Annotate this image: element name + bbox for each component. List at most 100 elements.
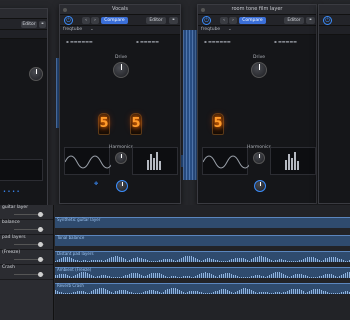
plugin-window-room-tone[interactable]: room tone film layer ⏻ ‹ › Compare Edito… bbox=[197, 4, 317, 204]
waveform-sample bbox=[103, 275, 104, 278]
waveform-sample bbox=[287, 275, 288, 278]
link-icon[interactable]: ⚭ bbox=[39, 21, 46, 28]
compare-button[interactable]: Compare bbox=[101, 17, 128, 24]
plugin-titlebar[interactable] bbox=[319, 5, 350, 15]
drive-knob[interactable] bbox=[29, 67, 43, 81]
track-header[interactable]: balance bbox=[0, 220, 53, 235]
audio-clip[interactable]: Distant pad layers bbox=[55, 251, 350, 262]
audio-clip[interactable]: Ambient (Freeze) bbox=[55, 267, 350, 278]
plugin-titlebar[interactable]: Vocals bbox=[60, 5, 180, 15]
track-header[interactable]: (Freeze) bbox=[0, 250, 53, 265]
waveform-sample bbox=[321, 260, 322, 262]
mix-knob[interactable] bbox=[116, 180, 128, 192]
preset-bar[interactable] bbox=[0, 30, 47, 39]
preset-bar[interactable] bbox=[319, 26, 350, 35]
plugin-window[interactable]: Editor ⚭ • • • • bbox=[0, 8, 48, 208]
waveform-sample bbox=[67, 256, 68, 262]
waveform-sample bbox=[161, 259, 162, 262]
pan-knob[interactable] bbox=[38, 227, 43, 232]
link-toggle-icon[interactable]: ✥ bbox=[94, 181, 98, 187]
plugin-window[interactable]: ⏻ bbox=[318, 4, 350, 204]
waveform-sample bbox=[247, 260, 248, 262]
waveform-sample bbox=[325, 274, 326, 278]
preset-bar[interactable]: freqtube ⌄ bbox=[60, 26, 180, 35]
plugin-window-vocals[interactable]: Vocals ⏻ ‹ › Compare Editor ⚭ freqtube ⌄… bbox=[59, 4, 181, 204]
harmonics-knob[interactable] bbox=[253, 152, 265, 164]
waveform-sample bbox=[127, 290, 128, 294]
waveform-sample bbox=[341, 274, 342, 278]
drive-knob[interactable] bbox=[113, 62, 129, 78]
waveform-sample bbox=[83, 272, 84, 278]
power-icon[interactable]: ⏻ bbox=[202, 16, 211, 25]
harmonics-label: Harmonics bbox=[247, 145, 271, 150]
waveform-sample bbox=[155, 272, 156, 278]
waveform-sample bbox=[181, 291, 182, 294]
prev-preset-button[interactable]: ‹ bbox=[82, 17, 90, 24]
waveform-sample bbox=[275, 260, 276, 262]
waveform-sample bbox=[153, 272, 154, 278]
plugin-titlebar[interactable] bbox=[0, 9, 47, 19]
waveform-sample bbox=[63, 292, 64, 294]
waveform-sample bbox=[147, 275, 148, 278]
waveform-sample bbox=[135, 273, 136, 278]
waveform-sample bbox=[343, 273, 344, 278]
waveform-sample bbox=[275, 272, 276, 278]
pan-knob[interactable] bbox=[38, 257, 43, 262]
pan-knob[interactable] bbox=[38, 242, 43, 247]
drive-label: Drive bbox=[115, 55, 127, 60]
power-icon[interactable]: ⏻ bbox=[323, 16, 332, 25]
waveform-sample bbox=[115, 291, 116, 294]
compare-button[interactable]: Compare bbox=[239, 17, 266, 24]
waveform-sample bbox=[229, 290, 230, 294]
audio-region[interactable] bbox=[180, 155, 198, 167]
waveform-sample bbox=[283, 292, 284, 294]
power-icon[interactable]: ⏻ bbox=[64, 16, 73, 25]
waveform-sample bbox=[311, 276, 312, 278]
clip-label: Synthetic guitar layer bbox=[57, 217, 101, 222]
arrange-area[interactable]: Synthetic guitar layer Tonal balance Dis… bbox=[55, 205, 350, 320]
harmonics-knob[interactable] bbox=[115, 152, 127, 164]
track-header[interactable]: pad layers bbox=[0, 235, 53, 250]
waveform-sample bbox=[257, 293, 258, 294]
plugin-body: • • • • bbox=[0, 39, 47, 207]
plugin-titlebar[interactable]: room tone film layer bbox=[198, 5, 316, 15]
waveform-sample bbox=[333, 292, 334, 294]
waveform-sample bbox=[121, 276, 122, 278]
waveform-sample bbox=[343, 260, 344, 262]
waveform-sample bbox=[239, 276, 240, 278]
link-icon[interactable]: ⚭ bbox=[306, 17, 315, 24]
editor-button[interactable]: Editor bbox=[21, 21, 37, 28]
waveform-sample bbox=[269, 292, 270, 294]
sine-wave-icon bbox=[202, 155, 252, 169]
editor-button[interactable]: Editor bbox=[146, 17, 166, 24]
chevron-down-icon[interactable]: ⌄ bbox=[228, 27, 232, 32]
track-header[interactable]: Crash bbox=[0, 265, 53, 280]
next-preset-button[interactable]: › bbox=[229, 17, 237, 24]
chevron-down-icon[interactable]: ⌄ bbox=[90, 27, 94, 32]
preset-bar[interactable]: freqtube ⌄ bbox=[198, 26, 316, 35]
waveform-sample bbox=[317, 276, 318, 278]
editor-button[interactable]: Editor bbox=[284, 17, 304, 24]
waveform-sample bbox=[59, 274, 60, 278]
mix-knob[interactable] bbox=[254, 180, 266, 192]
prev-preset-button[interactable]: ‹ bbox=[220, 17, 228, 24]
waveform-sample bbox=[231, 273, 232, 278]
drive-knob[interactable] bbox=[251, 62, 267, 78]
link-icon[interactable]: ⚭ bbox=[169, 17, 178, 24]
next-preset-button[interactable]: › bbox=[91, 17, 99, 24]
waveform-sample bbox=[95, 276, 96, 278]
audio-clip[interactable]: Tonal balance bbox=[55, 235, 350, 246]
track-header[interactable]: guitar layer bbox=[0, 205, 53, 220]
waveform-sample bbox=[213, 291, 214, 294]
audio-clip[interactable]: Synthetic guitar layer bbox=[55, 217, 350, 228]
waveform-sample bbox=[189, 291, 190, 294]
waveform-sample bbox=[121, 257, 122, 262]
waveform-sample bbox=[191, 290, 192, 294]
clip-label: Tonal balance bbox=[57, 235, 85, 240]
pan-knob[interactable] bbox=[38, 272, 43, 277]
audio-clip[interactable]: Reverb Crash bbox=[55, 283, 350, 294]
waveform-sample bbox=[137, 273, 138, 278]
pan-knob[interactable] bbox=[38, 212, 43, 217]
waveform-sample bbox=[313, 277, 314, 278]
waveform-sample bbox=[279, 259, 280, 262]
